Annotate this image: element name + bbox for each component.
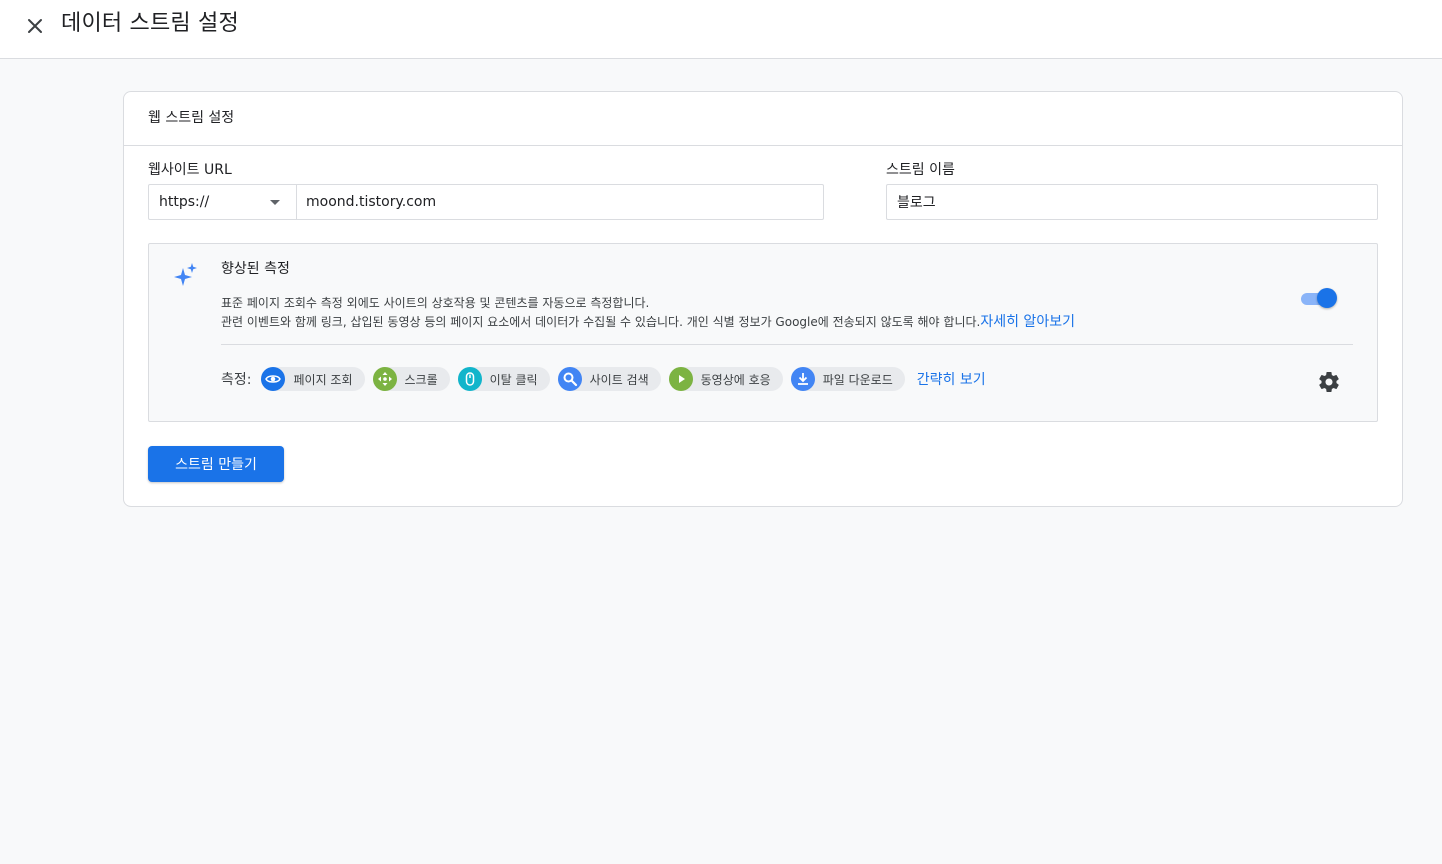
card-title: 웹 스트림 설정 <box>124 92 1402 146</box>
chip-label: 동영상에 호응 <box>700 372 771 387</box>
play-icon <box>668 367 693 391</box>
measure-label: 측정: <box>221 372 252 388</box>
protocol-select[interactable]: https:// <box>149 185 297 219</box>
close-button[interactable] <box>22 13 48 39</box>
sparkle-icon <box>174 263 197 286</box>
chip-label: 이탈 클릭 <box>489 372 538 387</box>
website-url-group: https:// <box>148 184 824 220</box>
chip-label: 스크롤 <box>404 372 438 387</box>
gear-icon[interactable] <box>1317 370 1341 394</box>
download-icon <box>790 367 815 391</box>
website-url-label: 웹사이트 URL <box>148 162 232 178</box>
show-less-link[interactable]: 간략히 보기 <box>917 369 986 389</box>
stream-name-label: 스트림 이름 <box>886 162 955 178</box>
page-title: 데이터 스트림 설정 <box>61 11 239 36</box>
close-icon <box>28 19 42 33</box>
chip-label: 페이지 조회 <box>293 372 353 387</box>
description-line-1: 표준 페이지 조회수 측정 외에도 사이트의 상호작용 및 콘텐츠를 자동으로 … <box>221 296 650 310</box>
mouse-icon <box>457 367 482 391</box>
divider <box>221 344 1353 345</box>
toggle-thumb <box>1317 288 1337 308</box>
learn-more-link[interactable]: 자세히 알아보기 <box>980 314 1075 330</box>
scroll-arrows-icon <box>372 367 397 391</box>
search-icon <box>557 367 582 391</box>
enhanced-measurement-toggle[interactable] <box>1301 286 1339 310</box>
top-bar: 데이터 스트림 설정 <box>0 0 1442 59</box>
enhanced-measurement-description: 표준 페이지 조회수 측정 외에도 사이트의 상호작용 및 콘텐츠를 자동으로 … <box>221 294 1075 332</box>
chevron-down-icon <box>270 200 280 205</box>
eye-icon <box>261 367 286 391</box>
protocol-value: https:// <box>159 194 210 210</box>
chip-outbound-click: 이탈 클릭 <box>457 367 550 391</box>
description-line-2: 관련 이벤트와 함께 링크, 삽입된 동영상 등의 페이지 요소에서 데이터가 … <box>221 314 1075 330</box>
chip-file-download: 파일 다운로드 <box>790 367 905 391</box>
website-url-input[interactable] <box>297 185 823 219</box>
enhanced-measurement-panel: 향상된 측정 표준 페이지 조회수 측정 외에도 사이트의 상호작용 및 콘텐츠… <box>148 243 1378 422</box>
chip-video-engagement: 동영상에 호응 <box>668 367 783 391</box>
chip-label: 파일 다운로드 <box>822 372 893 387</box>
measurement-chips-row: 측정: 페이지 조회 스크롤 이탈 클릭 사이트 검색 동영상에 호응 파일 다… <box>221 366 986 392</box>
web-stream-settings-card: 웹 스트림 설정 웹사이트 URL https:// 스트림 이름 향상된 측정… <box>123 91 1403 507</box>
stream-name-input[interactable] <box>886 184 1378 220</box>
chip-page-view: 페이지 조회 <box>261 367 365 391</box>
create-stream-button[interactable]: 스트림 만들기 <box>148 446 284 482</box>
chip-scroll: 스크롤 <box>372 367 450 391</box>
enhanced-measurement-title: 향상된 측정 <box>221 261 290 277</box>
chip-site-search: 사이트 검색 <box>557 367 661 391</box>
chip-label: 사이트 검색 <box>589 372 649 387</box>
